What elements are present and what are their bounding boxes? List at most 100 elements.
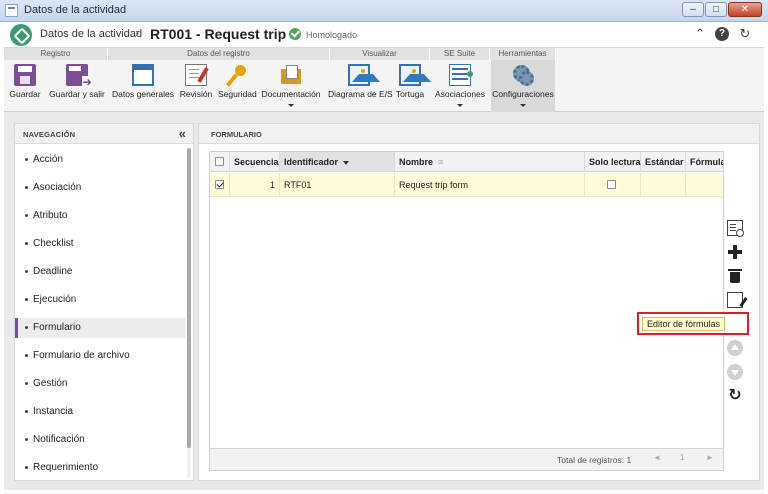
- collapse-panel-icon[interactable]: «: [179, 126, 186, 141]
- folder-icon: [280, 64, 302, 86]
- ribbon-group-registro: Registro: [4, 48, 108, 60]
- nav-item-label: Deadline: [33, 266, 73, 277]
- refresh-page-icon[interactable]: ↻: [737, 26, 753, 42]
- nav-item-label: Requerimiento: [33, 462, 99, 473]
- review-button[interactable]: Revisión: [176, 60, 216, 112]
- gears-icon: [512, 64, 534, 86]
- column-nombre-label: Nombre: [399, 157, 434, 167]
- save-and-exit-button[interactable]: Guardar y salir: [48, 60, 106, 112]
- nav-item-formulario-de-archivo[interactable]: Formulario de archivo: [15, 346, 185, 366]
- nav-item-label: Gestión: [33, 378, 68, 389]
- io-diagram-label: Diagrama de E/S: [328, 89, 393, 99]
- window-titlebar: Datos de la actividad – □ ✕: [0, 0, 768, 22]
- bullet-icon: [25, 466, 28, 469]
- add-icon[interactable]: [727, 244, 743, 260]
- associations-dropdown[interactable]: Asociaciones: [434, 60, 486, 112]
- column-estandar[interactable]: Estándar: [641, 152, 686, 172]
- help-icon[interactable]: ?: [715, 27, 729, 41]
- nav-item-checklist[interactable]: Checklist: [15, 234, 185, 254]
- navigation-scrollbar[interactable]: [187, 148, 191, 478]
- breadcrumb-separator-icon: ›: [135, 25, 140, 40]
- general-data-label: Datos generales: [112, 89, 174, 99]
- edit-icon[interactable]: [727, 292, 743, 308]
- ribbon-group-visualizar: Visualizar: [330, 48, 430, 60]
- page-number[interactable]: 1: [680, 453, 684, 462]
- maximize-button[interactable]: □: [705, 2, 727, 17]
- grid-footer: Total de registros: 1 ◄ 1 ►: [210, 448, 723, 470]
- save-and-exit-label: Guardar y salir: [49, 89, 105, 99]
- associations-icon: [449, 64, 473, 86]
- close-button[interactable]: ✕: [728, 2, 762, 17]
- nav-item-notificacion[interactable]: Notificación: [15, 430, 185, 450]
- bullet-icon: [25, 298, 28, 301]
- security-button[interactable]: Seguridad: [218, 60, 257, 112]
- general-data-button[interactable]: Datos generales: [112, 60, 174, 112]
- settings-dropdown[interactable]: Configuraciones: [491, 60, 555, 112]
- nav-item-ejecucion[interactable]: Ejecución: [15, 290, 185, 310]
- cell-nombre: Request trip form: [395, 173, 585, 197]
- nav-item-asociacion[interactable]: Asociación: [15, 178, 185, 198]
- cell-secuencia: 1: [230, 173, 280, 197]
- formulario-grid: Secuencia Identificador Nombre ≡ Solo lec…: [209, 151, 724, 471]
- bullet-icon: [25, 354, 28, 357]
- column-secuencia[interactable]: Secuencia: [230, 152, 280, 172]
- minimize-button[interactable]: –: [682, 2, 704, 17]
- cell-formula: [686, 173, 723, 197]
- column-formula[interactable]: Fórmula: [686, 152, 723, 172]
- cell-identificador: RTF01: [280, 173, 395, 197]
- tortoise-button[interactable]: Tortuga: [392, 60, 431, 112]
- picture-icon: [348, 64, 380, 86]
- collapse-header-icon[interactable]: ⌃: [692, 26, 708, 42]
- nav-item-gestion[interactable]: Gestión: [15, 374, 185, 394]
- header-divider: [278, 30, 279, 42]
- select-all-checkbox[interactable]: [215, 157, 224, 166]
- window-controls: – □ ✕: [682, 2, 762, 17]
- io-diagram-button[interactable]: Diagrama de E/S: [328, 60, 393, 112]
- breadcrumb[interactable]: Datos de la actividad: [40, 28, 142, 40]
- read-only-checkbox[interactable]: [607, 180, 616, 189]
- cell-solo-lectura: [585, 173, 641, 197]
- nav-item-deadline[interactable]: Deadline: [15, 262, 185, 282]
- navigation-header: NAVEGACIÓN «: [15, 124, 193, 144]
- chevron-down-icon: [457, 104, 463, 107]
- column-solo-lectura[interactable]: Solo lectura: [585, 152, 641, 172]
- nav-item-formulario[interactable]: Formulario: [15, 318, 185, 338]
- move-up-icon[interactable]: [727, 340, 743, 356]
- move-down-icon[interactable]: [727, 364, 743, 380]
- nav-item-label: Notificación: [33, 434, 85, 445]
- save-icon: [14, 64, 36, 86]
- documentation-dropdown[interactable]: Documentación: [260, 60, 322, 112]
- find-icon[interactable]: [727, 220, 744, 237]
- sort-descending-icon: [343, 160, 350, 165]
- delete-icon[interactable]: [727, 268, 743, 284]
- column-identificador[interactable]: Identificador: [280, 152, 395, 172]
- column-identificador-label: Identificador: [284, 157, 339, 167]
- column-nombre[interactable]: Nombre ≡: [395, 152, 585, 172]
- bullet-icon: [25, 382, 28, 385]
- window-title: Datos de la actividad: [24, 4, 127, 16]
- nav-item-instancia[interactable]: Instancia: [15, 402, 185, 422]
- save-button[interactable]: Guardar: [6, 60, 44, 112]
- app-header: Datos de la actividad › RT001 - Request …: [4, 22, 764, 48]
- previous-page-icon[interactable]: ◄: [653, 453, 661, 462]
- bullet-icon: [25, 270, 28, 273]
- save-exit-icon: [66, 64, 92, 88]
- formulario-header: FORMULARIO: [199, 124, 759, 144]
- nav-item-accion[interactable]: Acción: [15, 150, 185, 170]
- formula-editor-highlight: Editor de fórmulas: [637, 312, 749, 335]
- formula-editor-tooltip: Editor de fórmulas: [642, 317, 726, 331]
- window-app-icon: [5, 4, 18, 17]
- key-icon: [226, 64, 248, 86]
- nav-item-label: Atributo: [33, 210, 68, 221]
- next-page-icon[interactable]: ►: [706, 453, 714, 462]
- bullet-icon: [25, 242, 28, 245]
- row-select-checkbox[interactable]: [215, 180, 224, 189]
- table-row[interactable]: 1 RTF01 Request trip form: [210, 173, 723, 197]
- nav-item-requerimiento[interactable]: Requerimiento: [15, 458, 185, 478]
- nav-item-label: Instancia: [33, 406, 74, 417]
- navigation-scroll-thumb[interactable]: [187, 148, 191, 448]
- nav-item-label: Formulario de archivo: [33, 350, 130, 361]
- nav-item-atributo[interactable]: Atributo: [15, 206, 185, 226]
- refresh-icon[interactable]: ↻: [727, 388, 743, 404]
- status-check-icon: [289, 28, 301, 40]
